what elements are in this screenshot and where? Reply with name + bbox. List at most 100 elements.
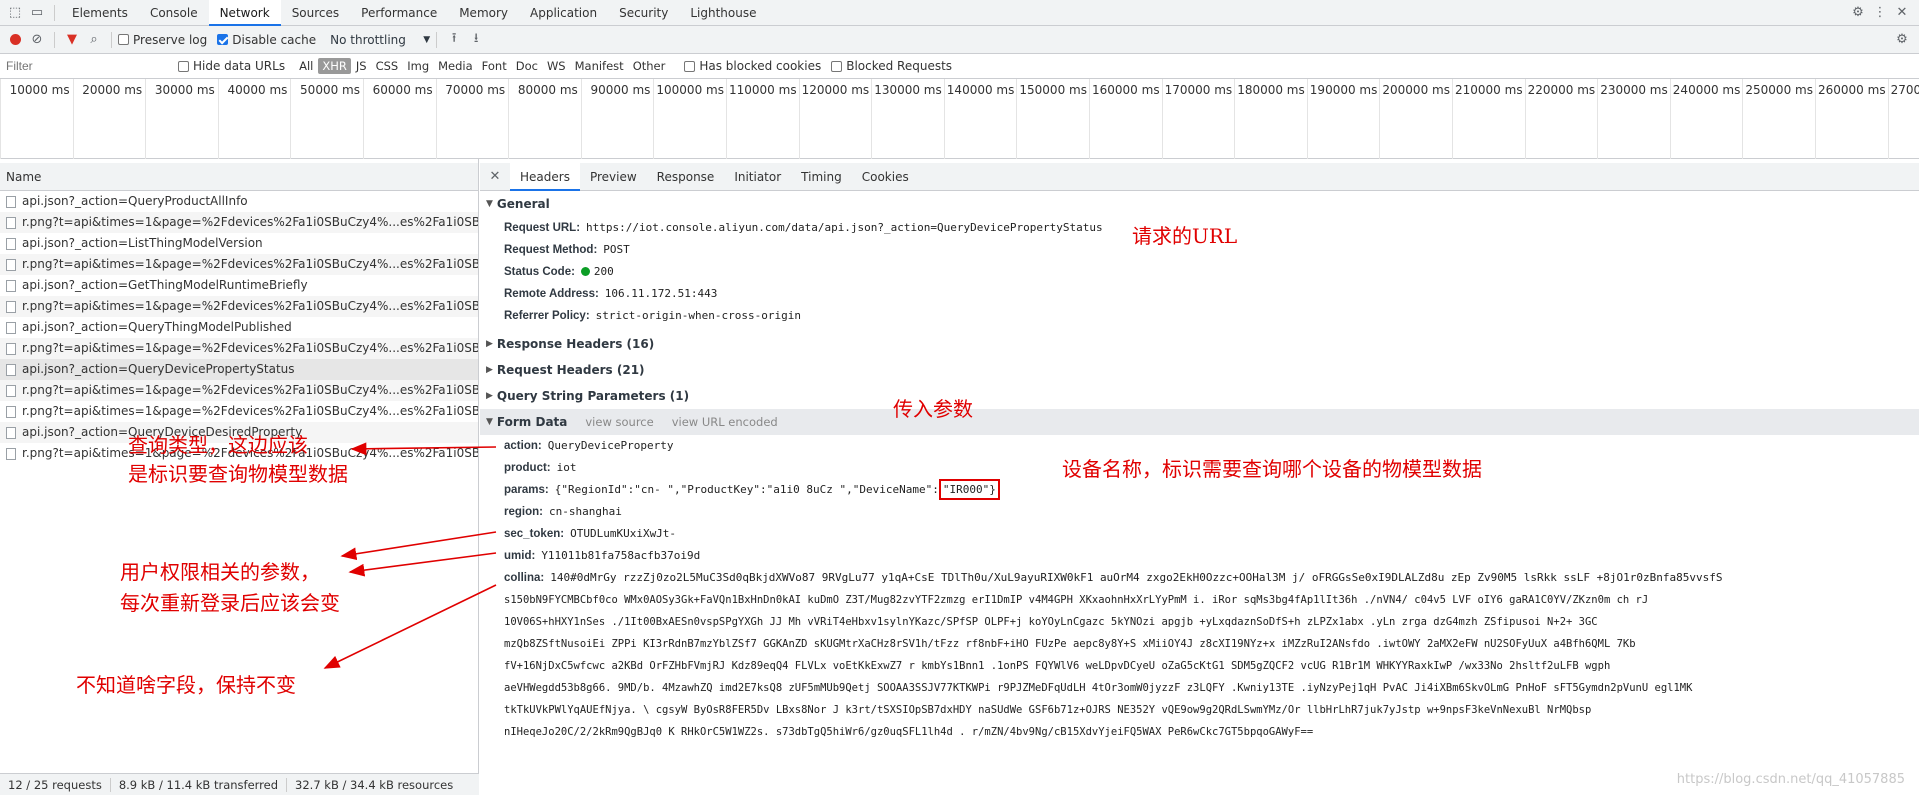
file-icon xyxy=(6,300,16,313)
filter-type-font[interactable]: Font xyxy=(478,58,511,74)
inspect-element-icon[interactable]: ⬚ xyxy=(4,2,26,24)
checkbox-box[interactable] xyxy=(118,34,129,45)
timeline-tick-label: 90000 ms xyxy=(580,79,654,159)
filter-type-manifest[interactable]: Manifest xyxy=(571,58,628,74)
request-row[interactable]: api.json?_action=QueryDevicePropertyStat… xyxy=(0,359,478,380)
hide-data-urls-checkbox[interactable]: Hide data URLs xyxy=(178,59,285,73)
disable-cache-checkbox[interactable]: Disable cache xyxy=(217,33,316,47)
export-har-icon[interactable]: ⭳ xyxy=(465,29,487,51)
devtools-tab-bar: ⬚ ▭ Elements Console Network Sources Perform… xyxy=(0,0,1919,26)
request-row[interactable]: r.png?t=api&times=1&page=%2Fdevices%2Fa1… xyxy=(0,401,478,422)
file-icon xyxy=(6,363,16,376)
filter-type-img[interactable]: Img xyxy=(403,58,433,74)
request-name: api.json?_action=QueryDevicePropertyStat… xyxy=(22,362,295,376)
filter-type-css[interactable]: CSS xyxy=(372,58,403,74)
divider xyxy=(54,31,55,48)
settings-gear-icon[interactable]: ⚙ xyxy=(1847,2,1869,24)
tab-elements[interactable]: Elements xyxy=(61,0,139,26)
request-row[interactable]: r.png?t=api&times=1&page=%2Fdevices%2Fa1… xyxy=(0,380,478,401)
close-devtools-icon[interactable]: ✕ xyxy=(1891,2,1913,24)
checkbox-box[interactable] xyxy=(684,60,696,72)
more-options-icon[interactable]: ⋮ xyxy=(1869,2,1891,24)
referrer-policy-row: Referrer Policy: strict-origin-when-cross… xyxy=(480,305,1919,327)
throttling-value: No throttling xyxy=(330,32,406,47)
timeline-tick-label: 180000 ms xyxy=(1234,79,1307,159)
filter-type-xhr[interactable]: XHR xyxy=(318,58,351,74)
timeline-tick-label: 200000 ms xyxy=(1379,79,1452,159)
remote-address-label: Remote Address: xyxy=(504,288,599,300)
details-tab-preview[interactable]: Preview xyxy=(580,163,647,191)
file-icon xyxy=(6,426,16,439)
request-row[interactable]: api.json?_action=GetThingModelRuntimeBri… xyxy=(0,275,478,296)
preserve-log-checkbox[interactable]: Preserve log xyxy=(118,33,207,47)
filter-type-all[interactable]: All xyxy=(295,58,317,74)
timeline-overview[interactable]: 10000 ms 20000 ms 30000 ms 40000 ms 50000 ms… xyxy=(0,79,1919,159)
view-source-link[interactable]: view source xyxy=(585,409,653,435)
request-row[interactable]: api.json?_action=ListThingModelVersion xyxy=(0,233,478,254)
tab-security[interactable]: Security xyxy=(608,0,679,26)
remote-address-row: Remote Address: 106.11.172.51:443 xyxy=(480,283,1919,305)
device-toolbar-icon[interactable]: ▭ xyxy=(26,2,48,24)
device-name-value: "IR000"} xyxy=(938,479,1000,500)
request-count: 12 / 25 requests xyxy=(0,777,111,792)
filter-type-js[interactable]: JS xyxy=(352,58,371,74)
timeline-tick-label: 80000 ms xyxy=(508,79,581,159)
details-tab-timing[interactable]: Timing xyxy=(791,163,852,191)
tab-lighthouse[interactable]: Lighthouse xyxy=(679,0,767,26)
request-row[interactable]: api.json?_action=QueryProductAllInfo xyxy=(0,191,478,212)
record-icon[interactable] xyxy=(4,29,26,51)
search-icon[interactable]: ⌕ xyxy=(83,29,105,51)
annotation-auth-1: 用户权限相关的参数， xyxy=(120,560,320,584)
checkbox-box[interactable] xyxy=(217,34,229,45)
details-tab-cookies[interactable]: Cookies xyxy=(852,163,919,191)
filter-input[interactable] xyxy=(0,56,168,76)
checkbox-box[interactable] xyxy=(178,60,189,72)
close-details-icon[interactable]: ✕ xyxy=(484,166,506,188)
throttling-select[interactable]: No throttling ▼ xyxy=(330,33,430,47)
request-row[interactable]: r.png?t=api&times=1&page=%2Fdevices%2Fa1… xyxy=(0,338,478,359)
tab-console[interactable]: Console xyxy=(139,0,209,26)
tab-application[interactable]: Application xyxy=(519,0,608,26)
details-tab-headers[interactable]: Headers xyxy=(510,162,580,191)
form-data-section-header[interactable]: ▼ Form Data view source view URL encoded xyxy=(480,409,1919,435)
filter-type-doc[interactable]: Doc xyxy=(512,58,542,74)
has-blocked-cookies-checkbox[interactable]: Has blocked cookies xyxy=(684,59,821,73)
details-tab-initiator[interactable]: Initiator xyxy=(724,163,791,191)
remote-address-value: 106.11.172.51:443 xyxy=(604,287,718,300)
collina-value-line: fV+16NjDxC5wfcwc a2KBd OrFZHbFVmjRJ Kdz8… xyxy=(504,660,1611,672)
clear-icon[interactable]: ⊘ xyxy=(26,29,48,51)
tab-sources[interactable]: Sources xyxy=(281,0,350,26)
filter-funnel-icon[interactable]: ▼ xyxy=(61,29,83,51)
name-column-header[interactable]: Name xyxy=(0,163,478,191)
response-headers-section[interactable]: ▶ Response Headers (16) xyxy=(480,331,1919,357)
request-row[interactable]: r.png?t=api&times=1&page=%2Fdevices%2Fa1… xyxy=(0,296,478,317)
request-name: r.png?t=api&times=1&page=%2Fdevices%2Fa1… xyxy=(22,383,478,397)
filter-type-other[interactable]: Other xyxy=(629,58,670,74)
request-headers-section[interactable]: ▶ Request Headers (21) xyxy=(480,357,1919,383)
filter-type-ws[interactable]: WS xyxy=(543,58,570,74)
umid-label: umid: xyxy=(504,550,536,562)
action-label: action: xyxy=(504,440,542,452)
query-string-section[interactable]: ▶ Query String Parameters (1) xyxy=(480,383,1919,409)
blocked-requests-checkbox[interactable]: Blocked Requests xyxy=(831,59,952,73)
divider xyxy=(436,31,438,48)
view-url-encoded-link[interactable]: view URL encoded xyxy=(672,409,778,435)
general-title: General xyxy=(496,197,550,211)
request-row[interactable]: r.png?t=api&times=1&page=%2Fdevices%2Fa1… xyxy=(0,212,478,233)
details-tab-response[interactable]: Response xyxy=(647,163,725,191)
request-row[interactable]: api.json?_action=QueryThingModelPublishe… xyxy=(0,317,478,338)
tab-memory[interactable]: Memory xyxy=(448,0,519,26)
sec-token-value: OTUDLumKUxiXwJt- xyxy=(570,527,677,540)
import-har-icon[interactable]: ⭱ xyxy=(443,29,465,51)
timeline-tick-label: 40000 ms xyxy=(217,79,291,159)
request-row[interactable]: r.png?t=api&times=1&page=%2Fdevices%2Fa1… xyxy=(0,254,478,275)
tab-network[interactable]: Network xyxy=(208,0,281,26)
collina-label: collina: xyxy=(504,572,545,584)
checkbox-box[interactable] xyxy=(831,60,843,72)
filter-type-media[interactable]: Media xyxy=(434,58,477,74)
tab-performance[interactable]: Performance xyxy=(350,0,448,26)
general-section-header[interactable]: ▼ General xyxy=(480,191,1919,217)
timeline-tick-label: 240000 ms xyxy=(1669,79,1743,159)
network-settings-gear-icon[interactable]: ⚙ xyxy=(1891,29,1913,51)
request-name: api.json?_action=QueryThingModelPublishe… xyxy=(22,320,292,334)
